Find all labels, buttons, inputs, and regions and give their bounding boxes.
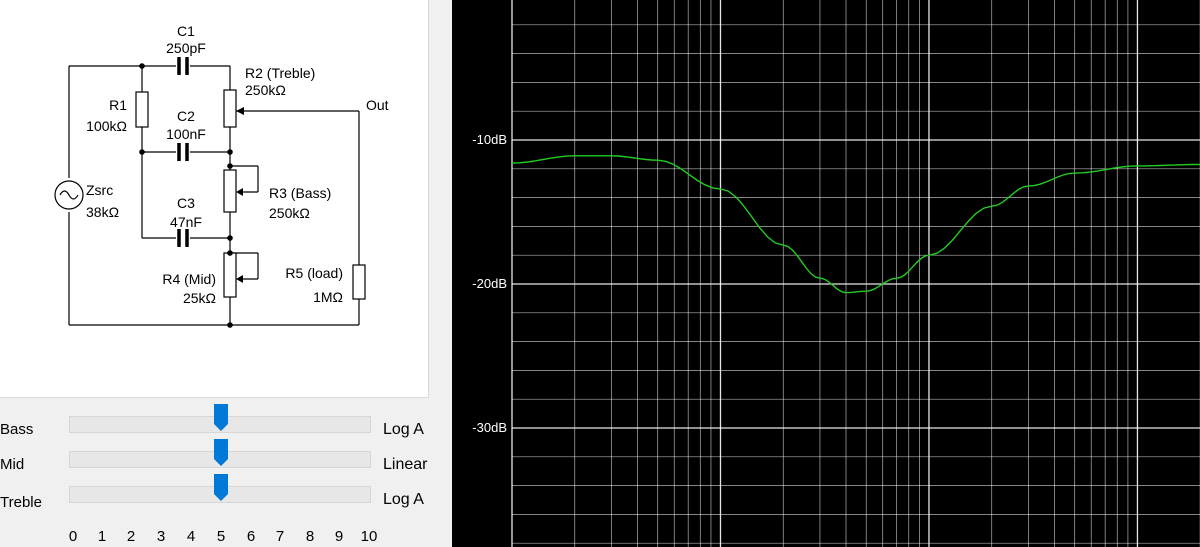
r5-resistor — [352, 264, 366, 300]
c2-value: 100nF — [166, 126, 206, 142]
r5-label: R5 (load) — [285, 265, 343, 281]
zsrc-label: Zsrc — [86, 182, 113, 198]
frequency-response-graph: 0dB -10dB -20dB -30dB — [452, 0, 1200, 547]
scale-tick-10: 10 — [360, 528, 378, 545]
left-panel: C1 250pF R2 (Treble) 250kΩ Out R1 100kΩ … — [0, 0, 452, 547]
scale-tick-3: 3 — [156, 528, 166, 545]
mid-slider[interactable] — [69, 439, 371, 468]
out-label: Out — [366, 97, 389, 113]
r3-value: 250kΩ — [269, 205, 310, 221]
bass-slider[interactable] — [69, 404, 371, 433]
scale-tick-0: 0 — [68, 528, 78, 545]
treble-taper: Log A — [383, 491, 424, 508]
scale-tick-9: 9 — [334, 528, 344, 545]
scale-tick-2: 2 — [126, 528, 136, 545]
y-label: -10dB — [472, 132, 507, 147]
c2-label: C2 — [177, 108, 195, 124]
r4-resistor — [223, 252, 237, 298]
c1-label: C1 — [177, 23, 195, 39]
r1-label: R1 — [109, 97, 127, 113]
c3-label: C3 — [177, 195, 195, 211]
r4-value: 25kΩ — [183, 290, 216, 306]
r1-resistor — [135, 91, 149, 128]
scale-tick-6: 6 — [246, 528, 256, 545]
y-label: -30dB — [472, 420, 507, 435]
c1-value: 250pF — [166, 40, 206, 56]
y-label: 0dB — [484, 0, 507, 3]
scale-tick-7: 7 — [275, 528, 285, 545]
zsrc-value: 38kΩ — [86, 204, 119, 220]
c3-capacitor — [176, 229, 190, 247]
r3-label: R3 (Bass) — [269, 185, 331, 201]
r2-resistor — [223, 89, 237, 128]
r4-label: R4 (Mid) — [162, 271, 216, 287]
treble-slider[interactable] — [69, 474, 371, 503]
schematic-panel: C1 250pF R2 (Treble) 250kΩ Out R1 100kΩ … — [0, 0, 429, 398]
mid-taper: Linear — [383, 456, 428, 473]
scale-tick-8: 8 — [305, 528, 315, 545]
c1-capacitor — [176, 57, 190, 75]
y-label: -20dB — [472, 276, 507, 291]
r2-value: 250kΩ — [245, 82, 286, 98]
scale-tick-4: 4 — [186, 528, 196, 545]
circuit-schematic: C1 250pF R2 (Treble) 250kΩ Out R1 100kΩ … — [54, 23, 389, 328]
r2-label: R2 (Treble) — [245, 65, 315, 81]
scale-tick-1: 1 — [97, 528, 107, 545]
r5-value: 1MΩ — [313, 289, 343, 305]
scale-tick-5: 5 — [216, 528, 226, 545]
c3-value: 47nF — [170, 214, 202, 230]
bass-label: Bass — [0, 421, 34, 438]
bass-taper: Log A — [383, 421, 424, 438]
treble-label: Treble — [0, 494, 42, 511]
r1-value: 100kΩ — [86, 118, 127, 134]
mid-label: Mid — [0, 456, 25, 473]
c2-capacitor — [176, 143, 190, 161]
r3-resistor — [223, 169, 237, 213]
